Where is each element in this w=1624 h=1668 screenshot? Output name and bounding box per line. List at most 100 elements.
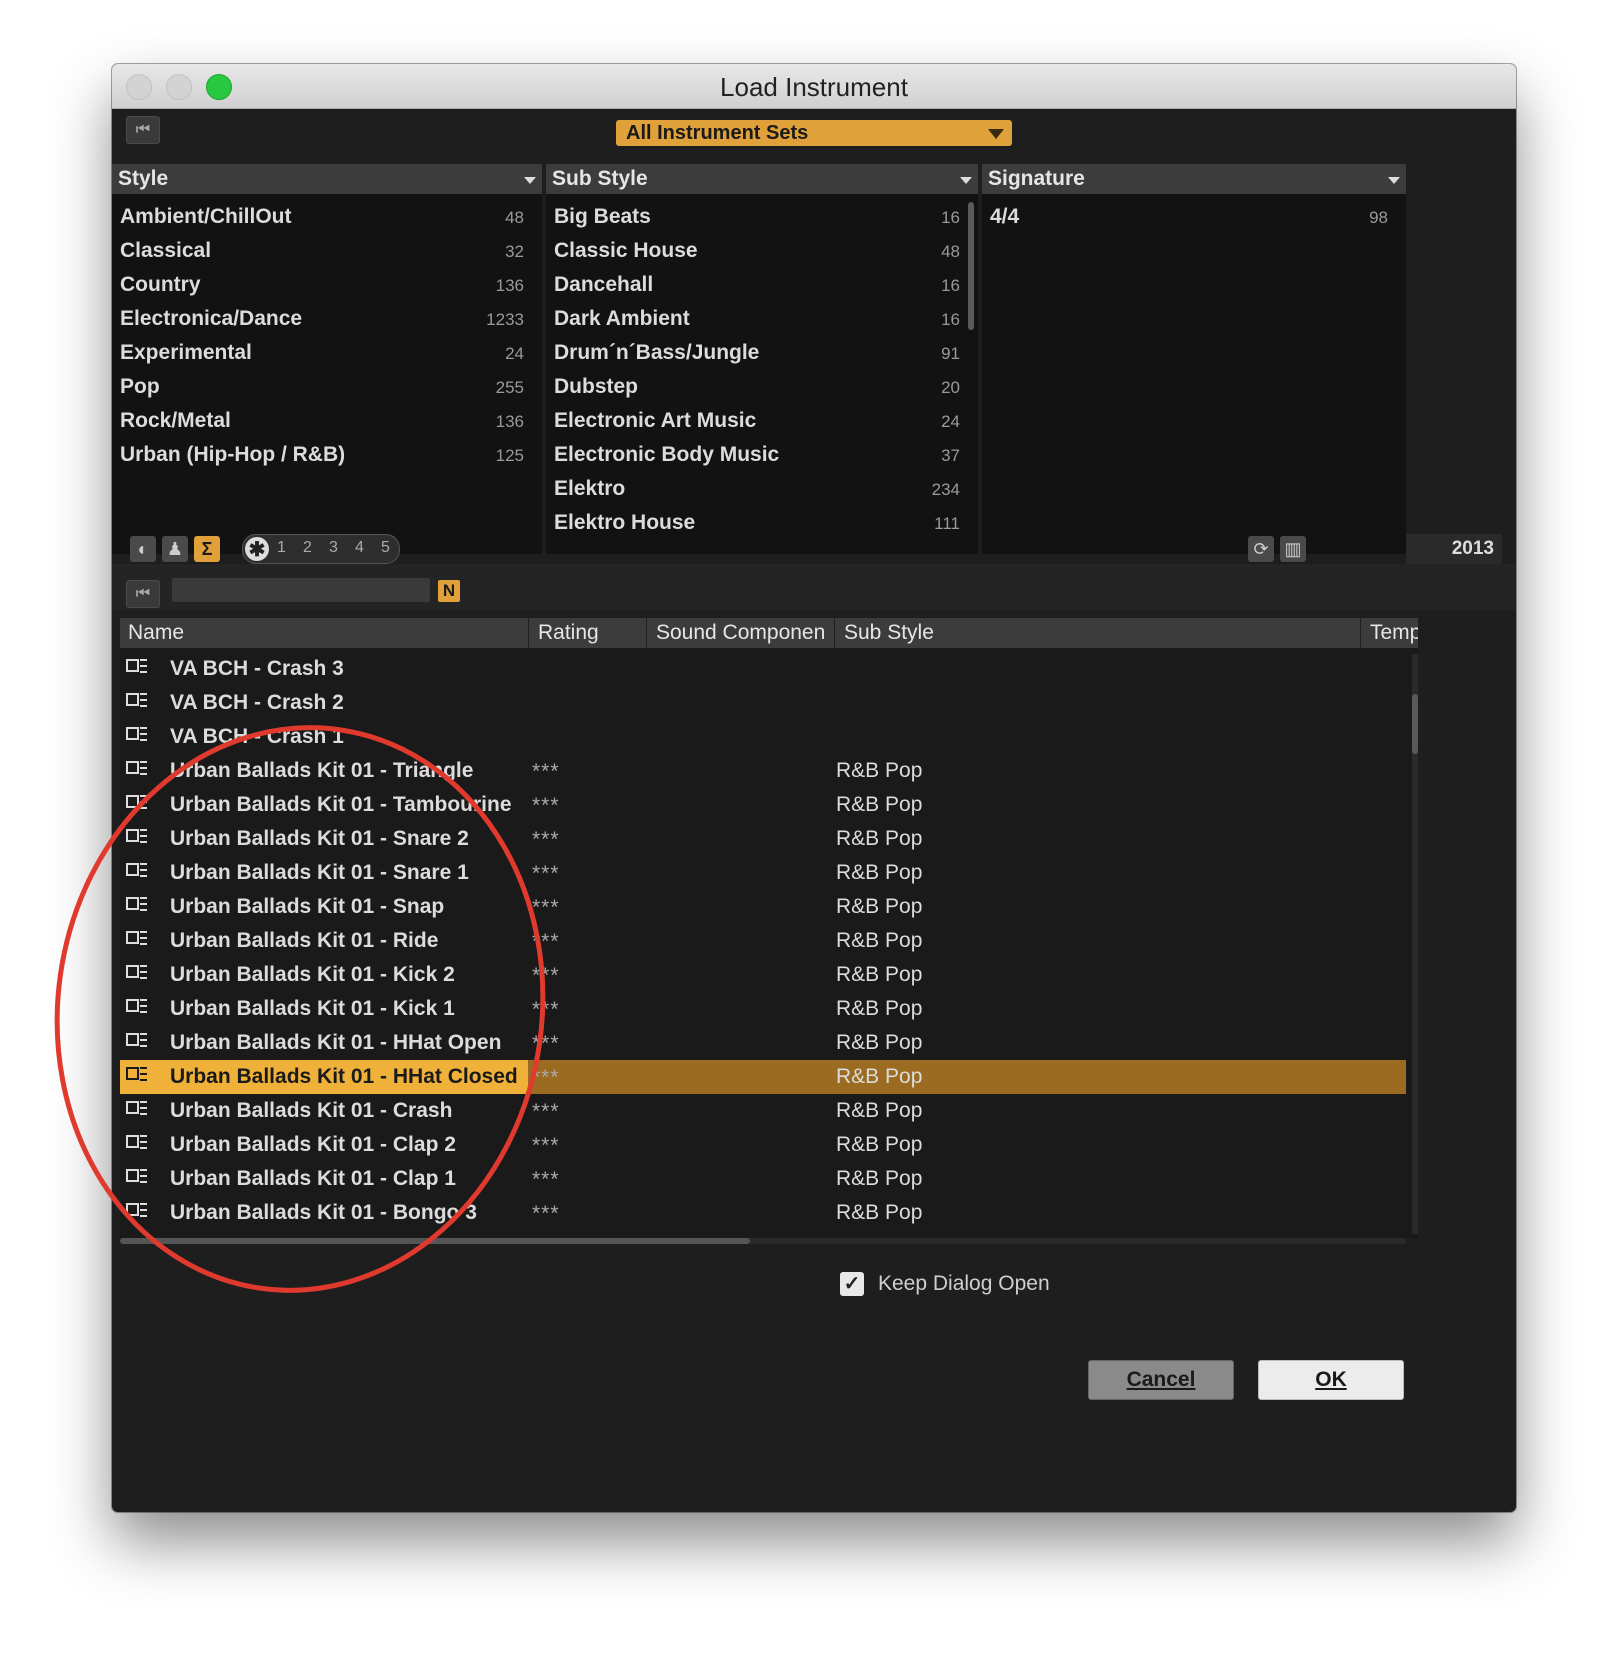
rating-filter[interactable]: ✱ 1 2 3 4 5: [242, 534, 400, 564]
table-row[interactable]: Urban Ballads Kit 01 - Kick 1 *** R&B Pop: [120, 992, 1406, 1026]
substyle-item-count: 24: [941, 412, 960, 431]
substyle-item-label: Classic House: [554, 239, 698, 262]
column-tempo[interactable]: Temp: [1370, 621, 1418, 645]
table-row[interactable]: VA BCH - Crash 2: [120, 686, 1406, 720]
column-sound-component[interactable]: Sound Componen: [656, 621, 824, 645]
instrument-preset-icon: [126, 659, 148, 677]
style-item-label: Rock/Metal: [120, 409, 231, 432]
preset-substyle: R&B Pop: [836, 963, 923, 986]
instrument-preset-icon: [126, 1067, 148, 1085]
preset-rating: ***: [532, 760, 560, 783]
rating-1[interactable]: 1: [277, 539, 286, 557]
preset-name: Urban Ballads Kit 01 - HHat Closed: [170, 1065, 518, 1088]
substyle-filter-item[interactable]: Big Beats 16: [546, 200, 978, 234]
instrument-preset-icon: [126, 1169, 148, 1187]
table-row[interactable]: Urban Ballads Kit 01 - Bongo 3 *** R&B Pop: [120, 1196, 1406, 1230]
substyle-filter-item[interactable]: Dancehall 16: [546, 268, 978, 302]
name-cell: VA BCH - Crash 3: [120, 652, 528, 686]
column-name[interactable]: Name: [128, 621, 518, 645]
style-filter-item[interactable]: Classical 32: [112, 234, 542, 268]
preset-name: Urban Ballads Kit 01 - Clap 2: [170, 1133, 456, 1156]
name-cell: Urban Ballads Kit 01 - Snare 2: [120, 822, 528, 856]
preset-substyle: R&B Pop: [836, 759, 923, 782]
person-icon[interactable]: ♟: [162, 536, 188, 562]
table-row[interactable]: Urban Ballads Kit 01 - Snare 1 *** R&B Pop: [120, 856, 1406, 890]
substyle-scrollbar[interactable]: [968, 202, 974, 330]
rating-5[interactable]: 5: [381, 539, 390, 557]
style-filter-item[interactable]: Ambient/ChillOut 48: [112, 200, 542, 234]
preset-name: Urban Ballads Kit 01 - Tambourine: [170, 793, 512, 816]
table-row[interactable]: Urban Ballads Kit 01 - Tambourine *** R&B …: [120, 788, 1406, 822]
dropdown-arrow-icon[interactable]: [1388, 177, 1400, 184]
instrument-preset-icon: [126, 1101, 148, 1119]
signature-filter-column: Signature 4/4 98: [982, 164, 1406, 554]
reset-search-icon[interactable]: ⏮: [126, 580, 160, 608]
results-list: Name Rating Sound Componen Sub Style Tem…: [120, 618, 1418, 1238]
rating-2[interactable]: 2: [303, 539, 312, 557]
substyle-filter-item[interactable]: Classic House 48: [546, 234, 978, 268]
substyle-filter-item[interactable]: Dubstep 20: [546, 370, 978, 404]
table-row[interactable]: Urban Ballads Kit 01 - HHat Open *** R&B P…: [120, 1026, 1406, 1060]
signature-header[interactable]: Signature: [982, 164, 1406, 194]
style-header[interactable]: Style: [112, 164, 542, 194]
substyle-filter-item[interactable]: Dark Ambient 16: [546, 302, 978, 336]
style-item-count: 255: [495, 378, 524, 397]
table-row[interactable]: Urban Ballads Kit 01 - HHat Closed *** R&B…: [120, 1060, 1406, 1094]
style-filter-item[interactable]: Electronica/Dance 1233: [112, 302, 542, 336]
preset-rating: ***: [532, 896, 560, 919]
table-row[interactable]: Urban Ballads Kit 01 - Snare 2 *** R&B Pop: [120, 822, 1406, 856]
instrument-set-label: All Instrument Sets: [626, 122, 809, 144]
substyle-item-label: Dancehall: [554, 273, 654, 296]
name-cell: Urban Ballads Kit 01 - Bongo 3: [120, 1196, 528, 1230]
sync-icon[interactable]: ⟳: [1248, 536, 1274, 562]
preset-rating: ***: [532, 1032, 560, 1055]
search-input[interactable]: [172, 578, 430, 602]
columns-icon[interactable]: ▥: [1280, 536, 1306, 562]
dropdown-arrow-icon[interactable]: [524, 177, 536, 184]
substyle-header[interactable]: Sub Style: [546, 164, 978, 194]
list-horizontal-scrollbar[interactable]: [120, 1238, 1406, 1244]
name-cell: Urban Ballads Kit 01 - Kick 1: [120, 992, 528, 1026]
table-row[interactable]: Urban Ballads Kit 01 - Ride *** R&B Pop: [120, 924, 1406, 958]
signature-filter-item[interactable]: 4/4 98: [982, 200, 1406, 234]
cancel-button[interactable]: Cancel: [1088, 1360, 1234, 1400]
substyle-item-count: 111: [934, 514, 960, 533]
sigma-icon[interactable]: Σ: [194, 536, 220, 562]
style-item-label: Urban (Hip-Hop / R&B): [120, 443, 346, 466]
style-filter-item[interactable]: Country 136: [112, 268, 542, 302]
new-filter-badge[interactable]: N: [438, 580, 460, 602]
substyle-filter-item[interactable]: Drum´n´Bass/Jungle 91: [546, 336, 978, 370]
reset-filter-icon[interactable]: ⏮: [126, 116, 160, 144]
table-row[interactable]: VA BCH - Crash 3: [120, 652, 1406, 686]
rating-3[interactable]: 3: [329, 539, 338, 557]
column-rating[interactable]: Rating: [538, 621, 638, 645]
keep-dialog-open-label: Keep Dialog Open: [878, 1272, 1050, 1295]
preset-substyle: R&B Pop: [836, 1099, 923, 1122]
table-row[interactable]: VA BCH - Crash 1: [120, 720, 1406, 754]
table-row[interactable]: Urban Ballads Kit 01 - Crash *** R&B Pop: [120, 1094, 1406, 1128]
substyle-filter-item[interactable]: Electronic Body Music 37: [546, 438, 978, 472]
table-row[interactable]: Urban Ballads Kit 01 - Snap *** R&B Pop: [120, 890, 1406, 924]
preset-substyle: R&B Pop: [836, 929, 923, 952]
substyle-filter-item[interactable]: Elektro House 111: [546, 506, 978, 540]
dropdown-arrow-icon[interactable]: [960, 177, 972, 184]
style-filter-item[interactable]: Pop 255: [112, 370, 542, 404]
substyle-filter-item[interactable]: Electronic Art Music 24: [546, 404, 978, 438]
table-row[interactable]: Urban Ballads Kit 01 - Triangle *** R&B Po…: [120, 754, 1406, 788]
preset-rating: ***: [532, 1100, 560, 1123]
ok-button[interactable]: OK: [1258, 1360, 1404, 1400]
checkbox-checked-icon[interactable]: ✓: [840, 1272, 864, 1296]
table-row[interactable]: Urban Ballads Kit 01 - Kick 2 *** R&B Pop: [120, 958, 1406, 992]
style-filter-item[interactable]: Urban (Hip-Hop / R&B) 125: [112, 438, 542, 472]
table-row[interactable]: Urban Ballads Kit 01 - Clap 1 *** R&B Pop: [120, 1162, 1406, 1196]
table-row[interactable]: Urban Ballads Kit 01 - Clap 2 *** R&B Pop: [120, 1128, 1406, 1162]
refresh-icon[interactable]: ◐: [130, 536, 156, 562]
style-filter-item[interactable]: Rock/Metal 136: [112, 404, 542, 438]
column-sub-style[interactable]: Sub Style: [844, 621, 1344, 645]
rating-4[interactable]: 4: [355, 539, 364, 557]
style-filter-item[interactable]: Experimental 24: [112, 336, 542, 370]
substyle-item-label: Dubstep: [554, 375, 638, 398]
instrument-set-dropdown[interactable]: All Instrument Sets: [616, 120, 1012, 146]
substyle-filter-item[interactable]: Elektro 234: [546, 472, 978, 506]
list-vertical-scrollbar[interactable]: [1412, 654, 1418, 1234]
